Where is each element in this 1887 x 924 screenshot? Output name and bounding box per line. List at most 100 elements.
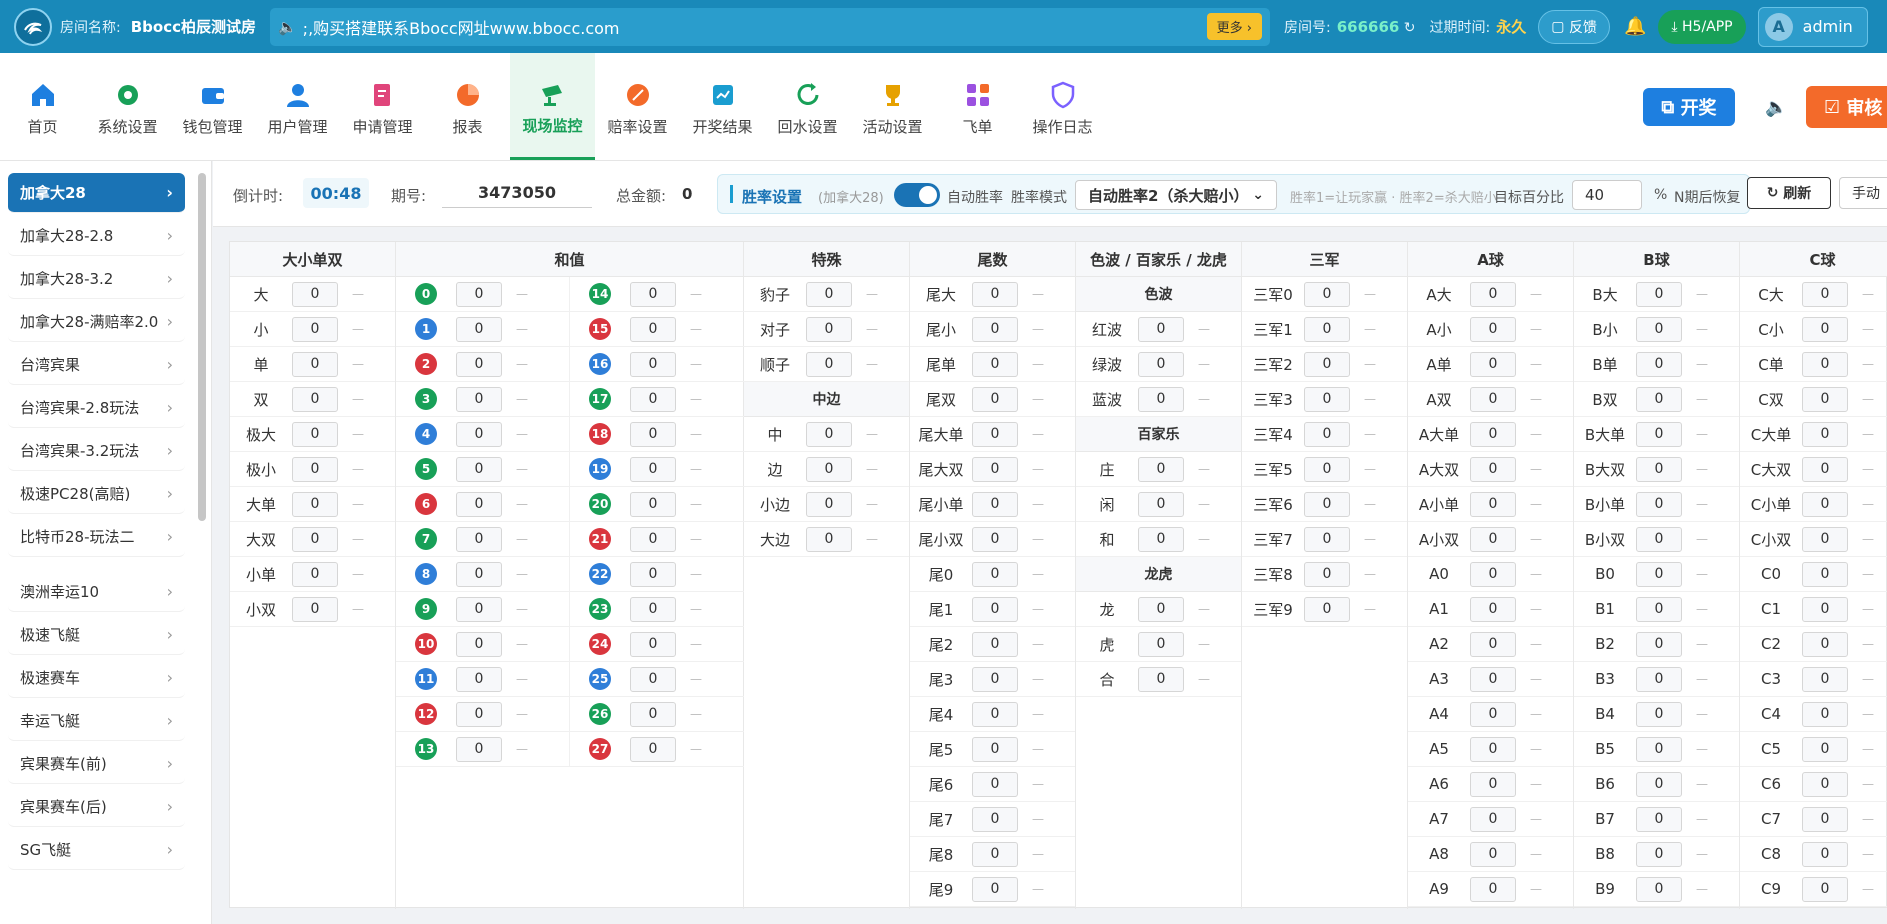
auto-win-toggle[interactable] [894,183,940,207]
bet-amount-field[interactable]: 0 [1636,736,1682,762]
sidebar-item-0[interactable]: 加拿大28 › [8,173,185,213]
bell-icon[interactable]: 🔔 [1624,16,1646,37]
bet-amount-field[interactable]: 0 [972,841,1018,867]
bet-amount-field[interactable]: 0 [1304,561,1350,587]
bet-amount-field[interactable]: 0 [1470,736,1516,762]
bet-amount-field[interactable]: 0 [1138,666,1184,692]
bet-amount-field[interactable]: 0 [1636,666,1682,692]
bet-amount-field[interactable]: 0 [1470,666,1516,692]
bet-amount-field[interactable]: 0 [1802,351,1848,377]
bet-amount-field[interactable]: 0 [1470,386,1516,412]
bet-amount-field[interactable]: 0 [1802,561,1848,587]
bet-amount-field[interactable]: 0 [1802,421,1848,447]
bet-amount-field[interactable]: 0 [1138,491,1184,517]
bet-amount-field[interactable]: 0 [630,386,676,412]
bet-amount-field[interactable]: 0 [630,701,676,727]
nav-item-4[interactable]: 申请管理 [340,53,425,160]
volume-icon[interactable]: 🔈 [1765,97,1787,118]
bet-amount-field[interactable]: 0 [630,736,676,762]
bet-amount-field[interactable]: 0 [630,491,676,517]
bet-amount-field[interactable]: 0 [1636,596,1682,622]
bet-amount-field[interactable]: 0 [1470,771,1516,797]
bet-amount-field[interactable]: 0 [1138,526,1184,552]
bet-amount-field[interactable]: 0 [1470,596,1516,622]
bet-amount-field[interactable]: 0 [1470,806,1516,832]
bet-amount-field[interactable]: 0 [1802,526,1848,552]
bet-amount-field[interactable]: 0 [806,456,852,482]
bet-amount-field[interactable]: 0 [1636,841,1682,867]
bet-amount-field[interactable]: 0 [292,281,338,307]
app-download-button[interactable]: ⤓ H5/APP [1658,9,1746,44]
bet-amount-field[interactable]: 0 [972,876,1018,902]
bet-amount-field[interactable]: 0 [292,386,338,412]
user-menu[interactable]: A admin [1757,6,1868,47]
bet-amount-field[interactable]: 0 [456,456,502,482]
bet-amount-field[interactable]: 0 [972,526,1018,552]
bet-amount-field[interactable]: 0 [630,596,676,622]
bet-amount-field[interactable]: 0 [292,351,338,377]
bet-amount-field[interactable]: 0 [1470,316,1516,342]
bet-amount-field[interactable]: 0 [1304,491,1350,517]
bet-amount-field[interactable]: 0 [1636,316,1682,342]
sidebar-item-3[interactable]: 加拿大28-满赔率2.0 › [8,302,185,342]
bet-amount-field[interactable]: 0 [1470,281,1516,307]
more-button[interactable]: 更多 › [1206,13,1262,40]
bet-amount-field[interactable]: 0 [1470,631,1516,657]
bet-amount-field[interactable]: 0 [972,806,1018,832]
bet-amount-field[interactable]: 0 [456,561,502,587]
sidebar-item-7[interactable]: 极速PC28(高赔) › [8,474,185,514]
bet-amount-field[interactable]: 0 [1802,771,1848,797]
bet-amount-field[interactable]: 0 [1636,631,1682,657]
bet-amount-field[interactable]: 0 [1138,456,1184,482]
nav-item-2[interactable]: 钱包管理 [170,53,255,160]
shenhe-button[interactable]: ☑ 审核 [1806,86,1887,128]
nav-item-12[interactable]: 操作日志 [1020,53,1105,160]
bet-amount-field[interactable]: 0 [1802,456,1848,482]
bet-amount-field[interactable]: 0 [630,421,676,447]
bet-amount-field[interactable]: 0 [1470,841,1516,867]
bet-amount-field[interactable]: 0 [1138,316,1184,342]
bet-amount-field[interactable]: 0 [630,631,676,657]
bet-amount-field[interactable]: 0 [972,386,1018,412]
kaijiang-button[interactable]: ⧉ 开奖 [1643,88,1735,126]
bet-amount-field[interactable]: 0 [972,596,1018,622]
bet-amount-field[interactable]: 0 [1304,456,1350,482]
nav-item-9[interactable]: 回水设置 [765,53,850,160]
bet-amount-field[interactable]: 0 [456,421,502,447]
bet-amount-field[interactable]: 0 [292,456,338,482]
bet-amount-field[interactable]: 0 [630,456,676,482]
bet-amount-field[interactable]: 0 [630,351,676,377]
bet-amount-field[interactable]: 0 [292,526,338,552]
sidebar-item-4[interactable]: 台湾宾果 › [8,345,185,385]
bet-amount-field[interactable]: 0 [1470,561,1516,587]
bet-amount-field[interactable]: 0 [1802,386,1848,412]
bet-amount-field[interactable]: 0 [1304,351,1350,377]
bet-amount-field[interactable]: 0 [1304,316,1350,342]
bet-amount-field[interactable]: 0 [1636,281,1682,307]
bet-amount-field[interactable]: 0 [456,666,502,692]
bet-amount-field[interactable]: 0 [292,491,338,517]
bet-amount-field[interactable]: 0 [972,456,1018,482]
bet-amount-field[interactable]: 0 [1636,806,1682,832]
nav-item-6[interactable]: 现场监控 [510,53,595,160]
sidebar-item-14[interactable]: 宾果赛车(后) › [8,787,185,827]
nav-item-11[interactable]: 飞单 [935,53,1020,160]
bet-amount-field[interactable]: 0 [806,316,852,342]
bet-amount-field[interactable]: 0 [1304,596,1350,622]
bet-amount-field[interactable]: 0 [292,596,338,622]
bet-amount-field[interactable]: 0 [1802,876,1848,902]
bet-amount-field[interactable]: 0 [1304,386,1350,412]
bet-amount-field[interactable]: 0 [630,526,676,552]
sidebar-item-11[interactable]: 极速赛车 › [8,658,185,698]
bet-amount-field[interactable]: 0 [1802,281,1848,307]
bet-amount-field[interactable]: 0 [292,561,338,587]
bet-amount-field[interactable]: 0 [972,351,1018,377]
bet-amount-field[interactable]: 0 [630,561,676,587]
sidebar-item-9[interactable]: 澳洲幸运10 › [8,572,185,612]
bet-amount-field[interactable]: 0 [972,701,1018,727]
bet-amount-field[interactable]: 0 [456,526,502,552]
bet-amount-field[interactable]: 0 [1802,701,1848,727]
bet-amount-field[interactable]: 0 [1138,631,1184,657]
nav-item-0[interactable]: 首页 [0,53,85,160]
sidebar-scrollbar[interactable] [198,173,206,521]
